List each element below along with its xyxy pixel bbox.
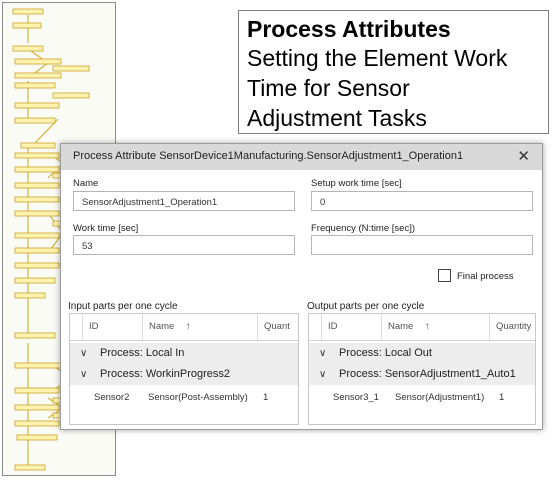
chevron-down-icon[interactable]: ∨	[80, 343, 87, 364]
flow-node[interactable]	[14, 262, 60, 269]
cell-id: Sensor2	[94, 392, 130, 403]
flow-node[interactable]	[14, 117, 56, 124]
table-row[interactable]: Sensor3_1 Sensor(Adjustment1) 1	[309, 386, 535, 410]
flow-node[interactable]	[14, 166, 60, 173]
column-header-name-label: Name	[149, 321, 175, 332]
output-parts-grid: ID Name ↑ Quantity ∨ Process: Local Out …	[308, 313, 536, 425]
flow-node[interactable]	[14, 152, 60, 159]
setup-time-field[interactable]: 0	[311, 191, 533, 211]
group-row[interactable]: ∨ Process: Local Out	[309, 343, 535, 364]
group-row[interactable]: ∨ Process: WorkinProgress2	[70, 364, 298, 385]
final-process-label: Final process	[457, 271, 514, 282]
flow-node[interactable]	[14, 404, 60, 411]
process-attribute-dialog: Process Attribute SensorDevice1Manufactu…	[60, 143, 543, 430]
column-header-id[interactable]: ID	[321, 314, 381, 340]
flow-node[interactable]	[20, 142, 56, 149]
dialog-title: Process Attribute SensorDevice1Manufactu…	[73, 150, 464, 162]
cell-quantity: 1	[499, 392, 505, 403]
caption-subtitle-line3: Adjustment Tasks	[247, 105, 427, 131]
table-row[interactable]: Sensor2 Sensor(Post-Assembly) 1	[70, 386, 298, 410]
setup-time-label: Setup work time [sec]	[311, 178, 402, 189]
group-row[interactable]: ∨ Process: Local In	[70, 343, 298, 364]
cell-quantity: 1	[263, 392, 269, 403]
chevron-down-icon[interactable]: ∨	[319, 343, 326, 364]
flow-node[interactable]	[14, 58, 62, 65]
caption-title: Process Attributes	[247, 16, 451, 42]
flow-node[interactable]	[52, 65, 90, 72]
column-header-id[interactable]: ID	[82, 314, 142, 340]
flow-node[interactable]	[14, 387, 60, 394]
flow-node[interactable]	[14, 82, 56, 89]
flow-node[interactable]	[52, 92, 90, 99]
flow-node[interactable]	[14, 102, 60, 109]
work-time-label: Work time [sec]	[73, 223, 139, 234]
caption-subtitle-line2: Time for Sensor	[247, 75, 410, 101]
frequency-field[interactable]	[311, 235, 533, 255]
output-parts-header: ID Name ↑ Quantity	[309, 314, 535, 341]
flow-node[interactable]	[12, 22, 42, 29]
cell-id: Sensor3_1	[333, 392, 379, 403]
column-header-quantity[interactable]: Quantity	[489, 314, 535, 340]
cell-name: Sensor(Post-Assembly)	[148, 392, 248, 403]
work-time-field[interactable]: 53	[73, 235, 295, 255]
input-parts-heading: Input parts per one cycle	[68, 301, 178, 312]
flow-node[interactable]	[14, 232, 60, 239]
flow-node[interactable]	[14, 182, 60, 189]
column-header-name[interactable]: Name ↑	[142, 314, 257, 340]
input-parts-grid: ID Name ↑ Quant ∨ Process: Local In ∨ Pr…	[69, 313, 299, 425]
group-label: Process: SensorAdjustment1_Auto1	[339, 368, 516, 380]
flow-node[interactable]	[14, 196, 60, 203]
flow-node[interactable]	[14, 277, 56, 284]
slide-caption: Process Attributes Setting the Element W…	[238, 10, 549, 134]
group-label: Process: Local In	[100, 347, 185, 359]
chevron-down-icon[interactable]: ∨	[80, 364, 87, 385]
close-icon[interactable]: ✕	[517, 147, 530, 165]
flow-node[interactable]	[16, 434, 58, 441]
flow-node[interactable]	[14, 292, 46, 299]
group-label: Process: Local Out	[339, 347, 432, 359]
column-header-name[interactable]: Name ↑	[381, 314, 489, 340]
name-label: Name	[73, 178, 99, 189]
flow-node[interactable]	[12, 45, 44, 52]
column-header-quantity[interactable]: Quant	[257, 314, 298, 340]
caption-subtitle-line1: Setting the Element Work	[247, 45, 508, 71]
flow-node[interactable]	[14, 464, 46, 471]
chevron-down-icon[interactable]: ∨	[319, 364, 326, 385]
final-process-checkbox[interactable]	[438, 269, 451, 282]
group-row[interactable]: ∨ Process: SensorAdjustment1_Auto1	[309, 364, 535, 385]
frequency-label: Frequency (N:time [sec])	[311, 223, 415, 234]
dialog-titlebar[interactable]: Process Attribute SensorDevice1Manufactu…	[61, 144, 542, 170]
sort-ascending-icon: ↑	[185, 321, 191, 332]
flow-node[interactable]	[14, 420, 60, 427]
sort-ascending-icon: ↑	[424, 321, 430, 332]
output-parts-heading: Output parts per one cycle	[307, 301, 425, 312]
flow-node[interactable]	[12, 8, 44, 15]
group-label: Process: WorkinProgress2	[100, 368, 231, 380]
name-field[interactable]: SensorAdjustment1_Operation1	[73, 191, 295, 211]
input-parts-header: ID Name ↑ Quant	[70, 314, 298, 341]
flow-node[interactable]	[14, 72, 62, 79]
column-header-name-label: Name	[388, 321, 414, 332]
flow-node[interactable]	[14, 210, 60, 217]
flow-node[interactable]	[14, 247, 60, 254]
flow-node[interactable]	[14, 332, 56, 339]
cell-name: Sensor(Adjustment1)	[395, 392, 485, 403]
